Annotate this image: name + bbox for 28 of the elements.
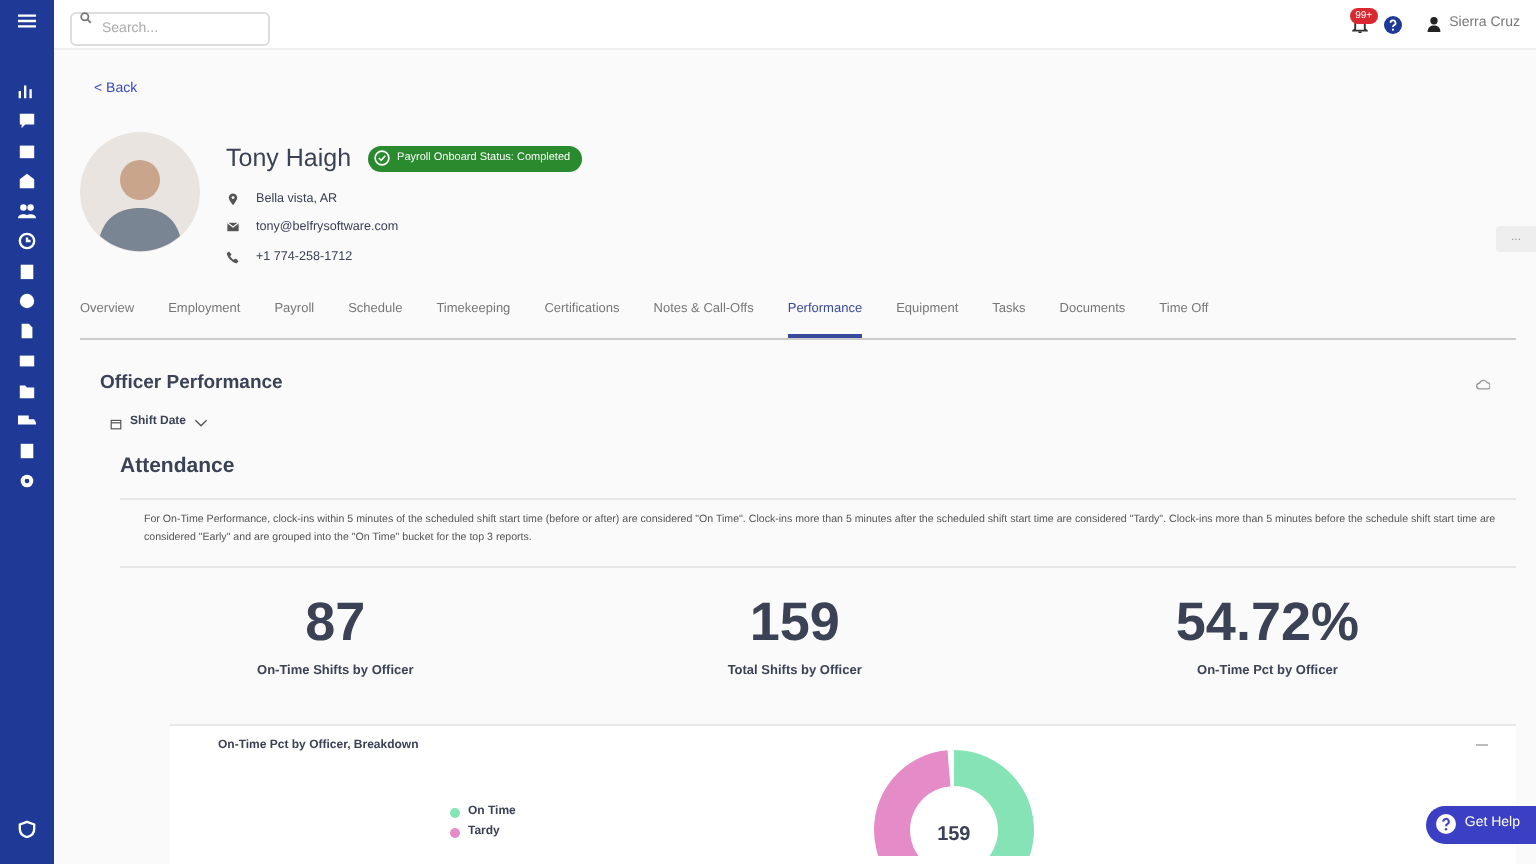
profile-name: Tony Haigh xyxy=(226,142,352,176)
chat-icon[interactable] xyxy=(18,112,36,130)
clock-icon[interactable] xyxy=(18,232,36,250)
shield-icon[interactable] xyxy=(18,820,36,838)
cloud-icon[interactable] xyxy=(1476,378,1490,391)
avatar-silhouette xyxy=(80,132,200,252)
stat-value: 54.72% xyxy=(1175,596,1359,650)
check-circle-icon xyxy=(373,150,390,167)
section-title: Attendance xyxy=(120,452,237,483)
gear-icon[interactable] xyxy=(18,472,36,490)
chevron-down-icon xyxy=(194,418,209,429)
menu-icon[interactable] xyxy=(18,12,36,30)
help-icon xyxy=(1436,814,1457,835)
report-title: Officer Performance xyxy=(100,370,283,398)
help-icon[interactable] xyxy=(1383,15,1402,33)
phone-icon xyxy=(226,249,240,264)
stat-value: 159 xyxy=(749,596,840,650)
envelope-icon xyxy=(226,220,240,235)
circle-icon[interactable] xyxy=(18,292,36,310)
chart-icon[interactable] xyxy=(18,82,36,100)
stat-value: 87 xyxy=(305,596,366,650)
donut-center-value: 159 xyxy=(935,822,973,850)
document-icon[interactable] xyxy=(18,322,36,340)
people-icon[interactable] xyxy=(18,202,36,220)
folder-icon[interactable] xyxy=(18,382,36,400)
user-icon xyxy=(1425,16,1442,32)
location-pin-icon xyxy=(226,191,240,206)
search-icon xyxy=(80,12,92,24)
